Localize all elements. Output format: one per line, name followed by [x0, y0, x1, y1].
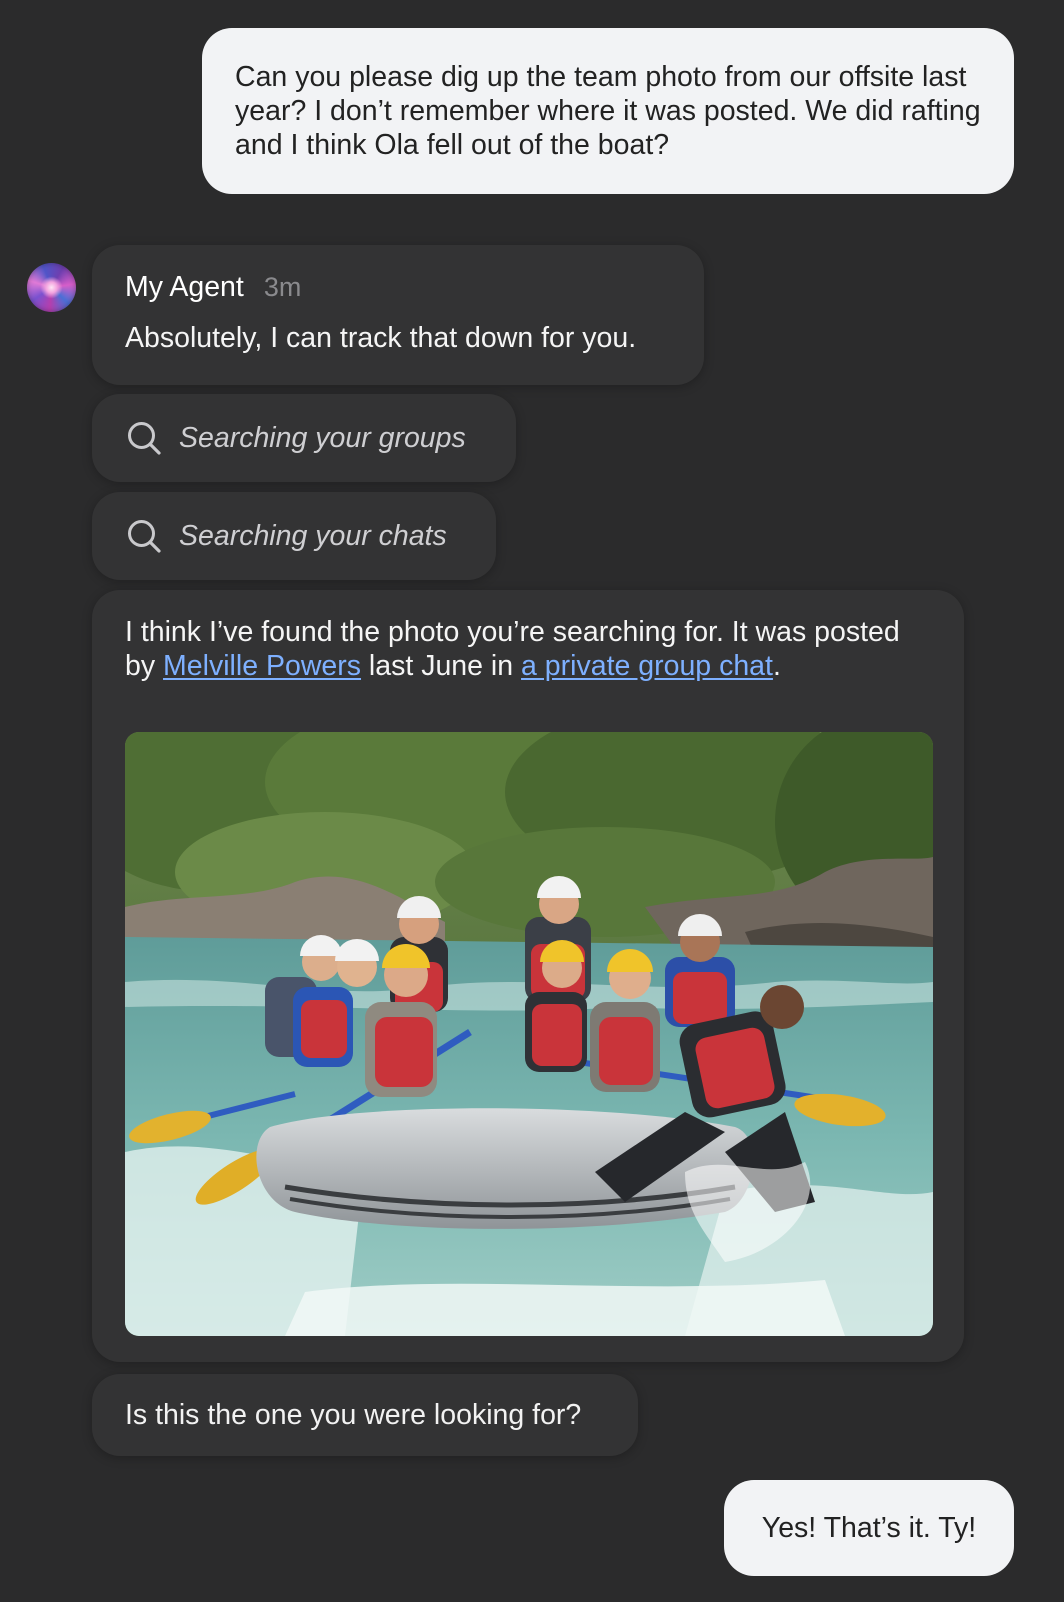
agent-avatar[interactable]	[27, 263, 76, 312]
agent-message-bubble: I think I’ve found the photo you’re sear…	[92, 590, 964, 1362]
user-message-text: Can you please dig up the team photo fro…	[235, 61, 981, 161]
user-message-text: Yes! That’s it. Ty!	[761, 1511, 977, 1544]
user-message-bubble: Can you please dig up the team photo fro…	[202, 28, 1014, 194]
status-searching-groups: Searching your groups	[92, 394, 516, 482]
user-message-bubble: Yes! That’s it. Ty!	[724, 1480, 1014, 1576]
agent-message-text: Absolutely, I can track that down for yo…	[125, 322, 637, 354]
found-text-middle: last June in	[361, 649, 522, 682]
group-chat-link[interactable]: a private group chat	[521, 650, 773, 682]
agent-message-text: I think I’ve found the photo you’re sear…	[125, 616, 931, 683]
status-searching-chats: Searching your chats	[92, 492, 496, 580]
agent-message-text: Is this the one you were looking for?	[125, 1398, 582, 1431]
status-label: Searching your chats	[179, 519, 447, 552]
agent-name[interactable]: My Agent	[125, 271, 244, 304]
message-timestamp: 3m	[263, 272, 302, 302]
found-text-after: .	[772, 649, 781, 682]
rafting-team-photo[interactable]	[125, 732, 933, 1336]
agent-message-bubble: My Agent 3m Absolutely, I can track that…	[92, 245, 704, 385]
agent-message-bubble: Is this the one you were looking for?	[92, 1374, 638, 1456]
search-icon	[128, 520, 161, 553]
search-icon	[128, 422, 161, 455]
agent-message-header: My Agent 3m	[125, 271, 671, 304]
status-label: Searching your groups	[179, 421, 466, 454]
person-link[interactable]: Melville Powers	[163, 650, 361, 682]
